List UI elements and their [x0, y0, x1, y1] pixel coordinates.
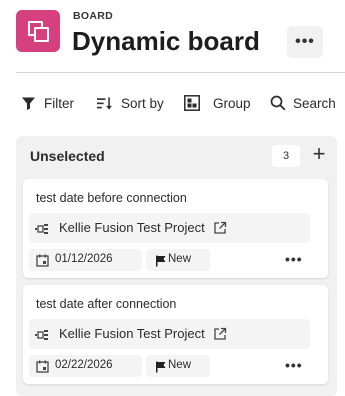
project-icon: [35, 222, 49, 234]
due-date-chip[interactable]: 02/22/2026: [29, 355, 142, 377]
group-icon: [184, 95, 200, 111]
status-chip[interactable]: New: [146, 249, 210, 271]
card[interactable]: test date after connection Kellie Fusion…: [23, 285, 328, 384]
external-link-icon[interactable]: [213, 221, 227, 235]
flag-icon: [155, 254, 167, 267]
due-date: 01/12/2026: [55, 253, 113, 265]
board-icon: [16, 10, 60, 52]
status-chip[interactable]: New: [146, 355, 210, 377]
board-column: Unselected 3 + test date before connecti…: [16, 136, 337, 396]
project-icon: [35, 328, 49, 340]
column-count-badge: 3: [272, 145, 300, 167]
due-date-chip[interactable]: 01/12/2026: [29, 249, 142, 271]
card-project[interactable]: Kellie Fusion Test Project: [29, 319, 310, 349]
group-label: Group: [213, 95, 251, 111]
search-icon: [270, 95, 286, 111]
card-project[interactable]: Kellie Fusion Test Project: [29, 213, 310, 243]
project-name: Kellie Fusion Test Project: [59, 220, 205, 235]
filter-button[interactable]: Filter: [20, 90, 74, 116]
filter-icon: [20, 95, 36, 111]
sort-label: Sort by: [121, 95, 164, 111]
board-eyebrow: BOARD: [73, 10, 113, 22]
search-label: Search: [293, 95, 336, 111]
status-label: New: [168, 359, 192, 371]
header-divider: [16, 72, 345, 73]
due-date: 02/22/2026: [55, 359, 113, 371]
external-link-icon[interactable]: [213, 327, 227, 341]
page-title: Dynamic board: [72, 26, 260, 56]
board-more-button[interactable]: •••: [287, 26, 323, 58]
card-title: test date after connection: [36, 297, 177, 311]
sort-icon: [97, 95, 113, 111]
board-header: BOARD Dynamic board •••: [0, 0, 345, 72]
card[interactable]: test date before connection Kellie Fusio…: [23, 179, 328, 278]
project-name: Kellie Fusion Test Project: [59, 326, 205, 341]
calendar-icon: [36, 254, 49, 267]
flag-icon: [155, 360, 167, 373]
card-title: test date before connection: [36, 191, 187, 205]
calendar-icon: [36, 360, 49, 373]
search-button[interactable]: Search: [270, 90, 336, 116]
sort-button[interactable]: Sort by: [97, 90, 164, 116]
group-button[interactable]: Group: [184, 90, 251, 116]
add-card-button[interactable]: +: [308, 141, 330, 166]
card-more-button[interactable]: •••: [285, 251, 303, 267]
status-label: New: [168, 253, 192, 265]
column-title: Unselected: [30, 148, 105, 164]
card-more-button[interactable]: •••: [285, 357, 303, 373]
filter-label: Filter: [44, 95, 74, 111]
toolbar: Filter Sort by Group Search: [0, 90, 345, 116]
